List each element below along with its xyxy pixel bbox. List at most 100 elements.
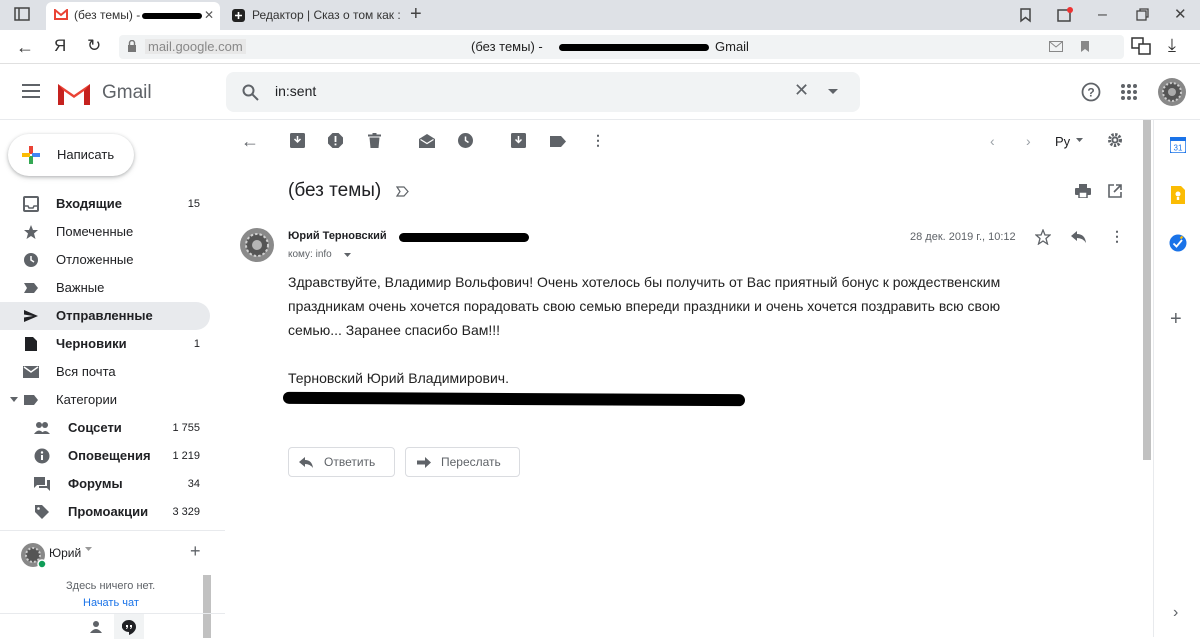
more-vert-icon[interactable]: ⋮ [591,133,605,147]
input-tools-dropdown-icon[interactable] [1076,138,1083,142]
search-icon[interactable] [242,84,259,101]
report-spam-icon[interactable] [328,133,343,148]
settings-gear-icon[interactable] [1107,132,1123,148]
reply-icon[interactable] [1071,231,1086,243]
nav-social[interactable]: Соцсети 1 755 [0,414,210,442]
delete-icon[interactable] [368,133,381,148]
open-new-window-icon[interactable] [1108,184,1122,198]
keep-icon[interactable] [1171,186,1185,204]
restore-icon[interactable] [1136,8,1149,21]
close-window-icon[interactable]: ✕ [1174,5,1187,23]
tab-gmail[interactable]: (без темы) - ✕ [46,2,220,30]
move-to-icon[interactable] [511,133,526,148]
info-icon [34,448,50,464]
nav-forums[interactable]: Форумы 34 [0,470,210,498]
sender-avatar[interactable] [239,227,275,263]
translate-icon[interactable] [1131,37,1151,55]
search-bar[interactable]: in:sent ✕ [226,72,860,112]
gmail-logo-text: Gmail [102,82,152,103]
message-scrollbar[interactable] [1141,120,1153,637]
recipient-label: кому: info [288,249,332,260]
sender-name[interactable]: Юрий Терновский [288,230,387,242]
scrollbar-thumb[interactable] [1143,120,1151,460]
input-tools-button[interactable]: Ру [1055,134,1070,149]
lock-icon [127,40,137,53]
hangouts-avatar[interactable] [20,542,46,568]
inbox-icon [23,196,39,212]
nav-categories[interactable]: Категории [0,386,210,414]
tab-editor[interactable]: Редактор | Сказ о том как : [226,2,402,30]
collapse-panel-icon[interactable]: › [1173,604,1178,622]
reload-icon[interactable]: ↻ [87,37,101,55]
compose-button[interactable]: Написать [8,134,134,176]
hangouts-user-name[interactable]: Юрий [49,546,81,560]
expand-arrow-icon[interactable] [10,397,18,403]
minimize-icon[interactable]: – [1098,6,1107,24]
calendar-icon[interactable]: 31 [1170,137,1186,153]
search-input[interactable]: in:sent [275,83,316,99]
nav-drafts[interactable]: Черновики 1 [0,330,210,358]
nav-snoozed[interactable]: Отложенные [0,246,210,274]
redaction [142,13,202,19]
gmail-favicon-icon [54,9,68,20]
svg-text:31: 31 [1174,144,1183,153]
important-icon [23,280,39,296]
nav-sent[interactable]: Отправленные [0,302,210,330]
url-field[interactable]: mail.google.com (без темы) - Gmail [119,35,1124,59]
yandex-icon[interactable]: Я [54,37,66,55]
hangouts-tab[interactable] [114,614,144,639]
people-icon [34,420,50,436]
help-icon[interactable]: ? [1081,82,1101,102]
start-chat-link[interactable]: Начать чат [83,597,139,609]
message-date: 28 дек. 2019 г., 10:12 [910,231,1016,243]
message-more-icon[interactable]: ⋮ [1110,228,1124,245]
download-icon[interactable]: ⤓ [1168,36,1176,54]
new-tab-icon[interactable]: + [410,4,422,24]
star-icon [23,224,39,240]
compose-plus-icon [22,146,40,164]
back-to-list-icon[interactable]: ← [241,132,259,150]
forward-button[interactable]: Переслать [405,447,520,477]
gmail-logo-icon[interactable] [58,81,90,105]
nav-updates[interactable]: Оповещения 1 219 [0,442,210,470]
snooze-icon[interactable] [458,133,473,148]
bookmark-icon[interactable] [1080,40,1090,53]
importance-marker-icon[interactable] [396,186,409,197]
contacts-icon[interactable] [90,620,102,633]
bookmarks-icon[interactable] [1018,7,1034,23]
star-outline-icon[interactable] [1035,229,1051,245]
archive-icon[interactable] [290,133,305,148]
show-details-icon[interactable] [344,253,351,257]
nav-all-mail[interactable]: Вся почта [0,358,210,386]
svg-text:?: ? [1087,86,1094,100]
apps-grid-icon[interactable] [1121,84,1137,100]
nav-inbox[interactable]: Входящие 15 [0,190,210,218]
address-bar: ← Я ↻ mail.google.com (без темы) - Gmail… [0,30,1200,64]
browser-tab-bar: (без темы) - ✕ Редактор | Сказ о том как… [0,0,1200,30]
nav-important[interactable]: Важные [0,274,210,302]
main-menu-icon[interactable] [22,84,40,98]
tasks-icon[interactable] [1169,234,1187,252]
tag-icon [34,504,50,520]
back-arrow-icon[interactable]: ← [16,38,34,56]
search-options-icon[interactable] [828,89,838,95]
account-avatar[interactable] [1157,77,1187,107]
nav-promotions[interactable]: Промоакции 3 329 [0,498,210,526]
tab-close-icon[interactable]: ✕ [204,2,214,28]
mail-indicator-icon[interactable] [1049,41,1063,52]
print-icon[interactable] [1075,184,1091,198]
user-dropdown-icon[interactable] [85,547,92,552]
add-addon-icon[interactable]: + [1170,308,1182,331]
hangouts-panel: Юрий + Здесь ничего нет. Начать чат [0,530,225,639]
new-chat-icon[interactable]: + [190,541,201,562]
hangouts-bottom-bar [0,613,225,639]
reply-button[interactable]: Ответить [288,447,395,477]
newer-icon[interactable]: ‹ [990,133,995,149]
mark-unread-icon[interactable] [419,134,435,148]
notifications-icon[interactable] [1056,7,1074,23]
tabs-panel-icon[interactable] [14,7,30,21]
label-as-icon[interactable] [550,136,566,147]
older-icon[interactable]: › [1026,133,1031,149]
nav-starred[interactable]: Помеченные [0,218,210,246]
clear-search-icon[interactable]: ✕ [794,80,809,101]
